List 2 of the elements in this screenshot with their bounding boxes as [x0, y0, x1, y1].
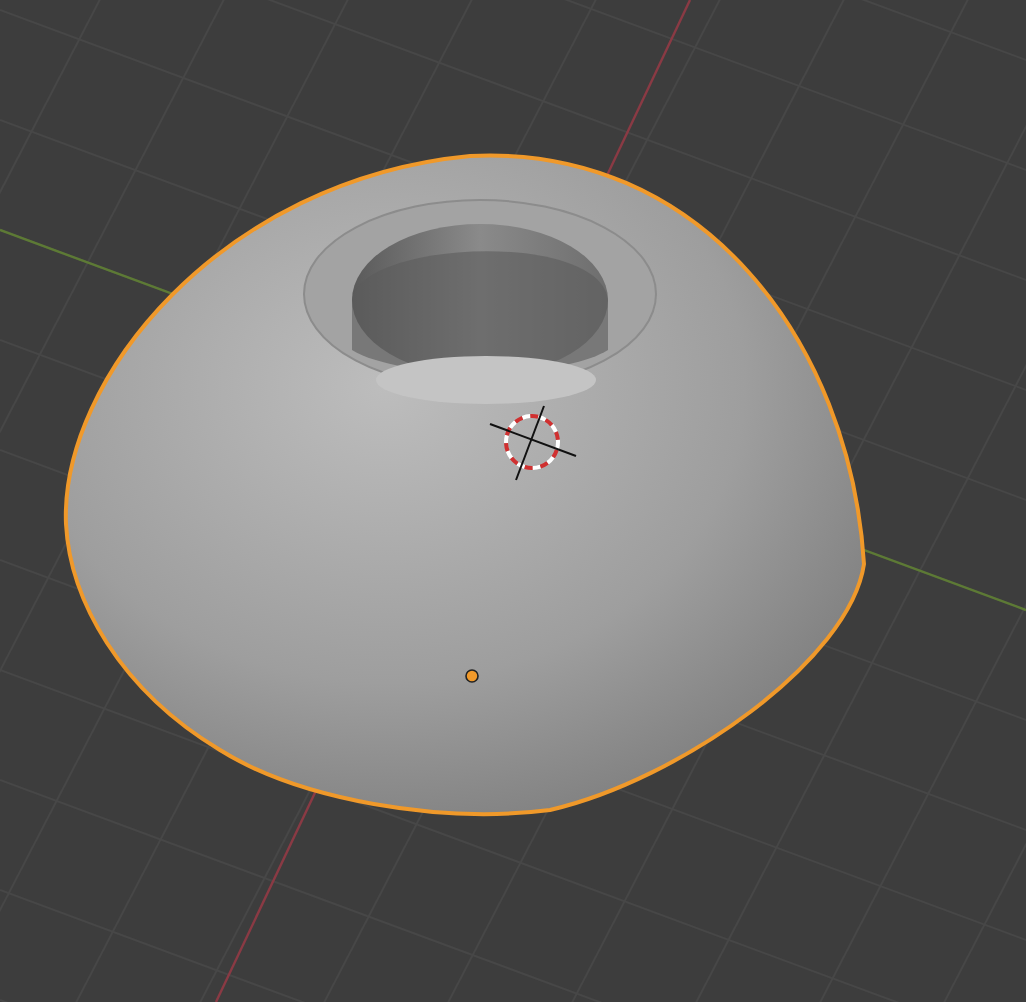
- origin-dot: [465, 669, 479, 683]
- 3d-cursor-icon: [489, 405, 577, 481]
